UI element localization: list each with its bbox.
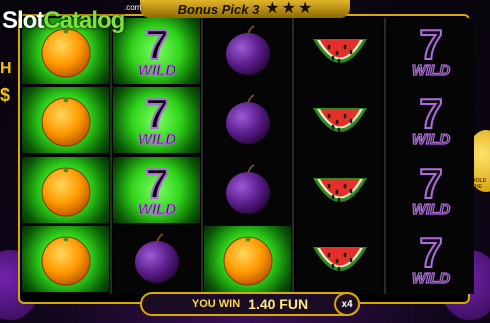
wild-label: WILD — [137, 131, 175, 148]
wild-label: WILD — [137, 201, 175, 218]
wild-label: WILD — [411, 270, 449, 287]
symbol-plum-icon — [113, 226, 200, 292]
symbol-wild-icon: 7 WILD — [113, 157, 200, 223]
star-rating: ★ ★ ★ — [265, 1, 312, 17]
symbol-orange-icon — [22, 226, 109, 292]
symbol-wild-icon: 7 WILD — [387, 157, 474, 223]
seven-glyph: 7 — [419, 160, 442, 207]
symbol-plum-icon — [204, 157, 291, 223]
symbol-orange-icon — [204, 226, 291, 292]
symbol-plum-icon — [204, 18, 291, 84]
bonus-banner: Bonus Pick 3 ★ ★ ★ — [140, 0, 350, 18]
symbol-wild-icon: 7 WILD — [387, 226, 474, 292]
logo-part-2: Catalog — [43, 7, 125, 34]
symbol-watermelon-icon — [296, 157, 383, 223]
right-coin-label: HOLD THE — [472, 178, 487, 190]
seven-glyph: 7 — [145, 90, 168, 137]
symbol-plum-icon — [204, 87, 291, 153]
watermark-logo: SlotCatalog .com — [2, 3, 141, 35]
symbol-orange-icon — [22, 157, 109, 223]
win-bar: YOU WIN 1.40 FUN — [140, 292, 360, 316]
wild-label: WILD — [411, 131, 449, 148]
reel-5: 7 WILD 7 WILD 7 WILD 7 WILD — [387, 18, 474, 294]
reel-2: 7 WILD 7 WILD 7 WILD — [113, 18, 200, 294]
symbol-wild-icon: 7 WILD — [113, 87, 200, 153]
star-icon: ★ — [281, 0, 296, 17]
wild-label: WILD — [411, 201, 449, 218]
reel-3 — [204, 18, 291, 294]
wild-label: WILD — [137, 62, 175, 79]
win-label: YOU WIN — [191, 298, 241, 310]
symbol-wild-icon: 7 WILD — [387, 18, 474, 84]
seven-glyph: 7 — [419, 90, 442, 137]
star-icon: ★ — [265, 0, 280, 17]
reel-divider — [292, 18, 294, 294]
reel-divider — [110, 18, 112, 294]
seven-glyph: 7 — [145, 160, 168, 207]
symbol-watermelon-icon — [296, 87, 383, 153]
left-panel-letter: H — [0, 60, 12, 77]
seven-glyph: 7 — [419, 21, 442, 68]
reel-4 — [296, 18, 383, 294]
symbol-watermelon-icon — [296, 226, 383, 292]
star-icon: ★ — [297, 0, 313, 17]
symbol-orange-icon — [22, 87, 109, 153]
reel-divider — [201, 18, 203, 294]
win-value: 1.40 FUN — [248, 296, 309, 312]
symbol-wild-icon: 7 WILD — [387, 87, 474, 153]
seven-glyph: 7 — [145, 21, 168, 68]
reel-divider — [384, 18, 386, 294]
symbol-wild-icon: 7 WILD — [113, 18, 200, 84]
symbol-watermelon-icon — [296, 18, 383, 84]
bonus-title: Bonus Pick 3 — [177, 1, 260, 17]
logo-part-1: Slot — [2, 7, 44, 34]
wild-label: WILD — [411, 62, 449, 79]
logo-domain: .com — [124, 3, 142, 12]
seven-glyph: 7 — [419, 229, 442, 276]
reel-1 — [22, 18, 109, 294]
multiplier-badge: x4 — [334, 292, 360, 316]
